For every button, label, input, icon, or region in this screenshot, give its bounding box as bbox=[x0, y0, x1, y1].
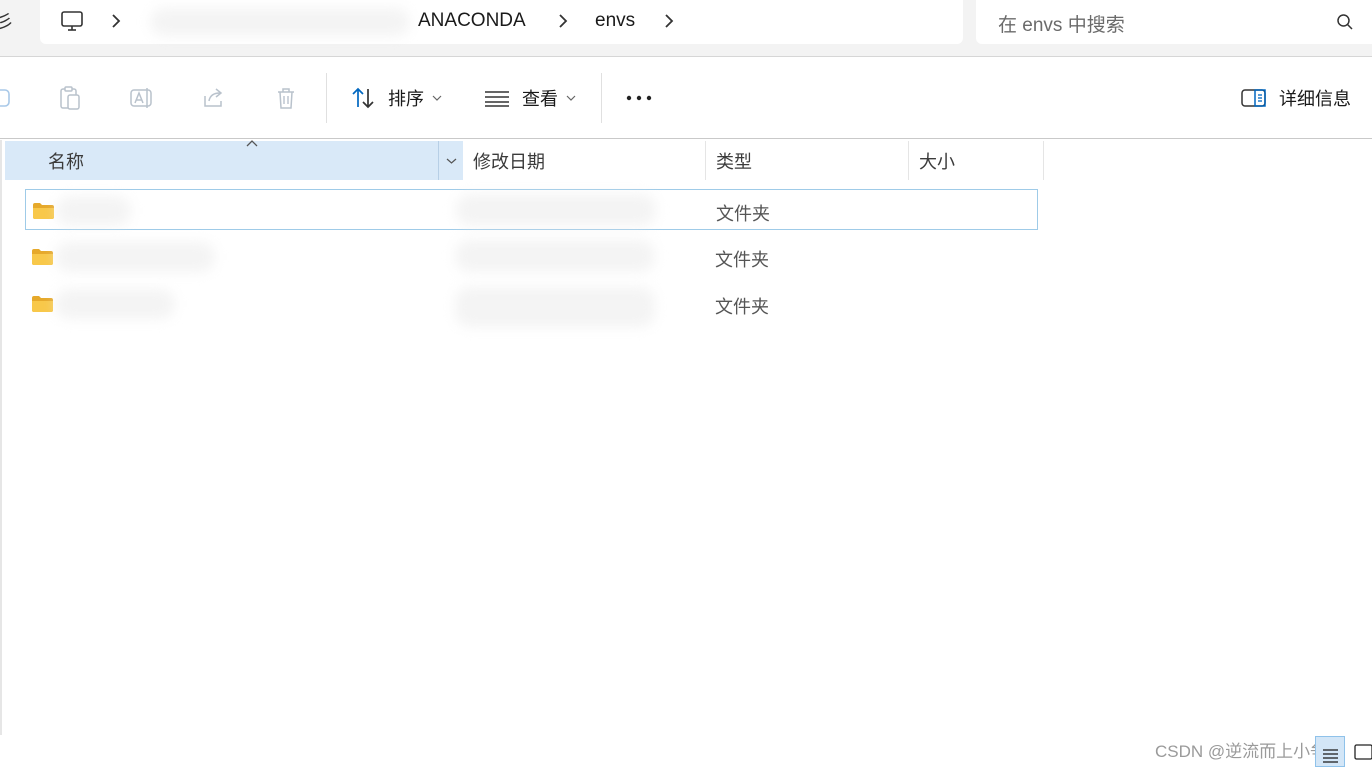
address-bar[interactable]: ANACONDA envs bbox=[40, 0, 963, 44]
blurred-file-name bbox=[55, 289, 175, 319]
file-row[interactable]: 文件夹 bbox=[25, 189, 1038, 230]
column-divider[interactable] bbox=[1043, 141, 1044, 180]
view-list-icon bbox=[485, 91, 509, 107]
breadcrumb-chevron-icon[interactable] bbox=[110, 12, 122, 30]
rename-icon[interactable] bbox=[128, 84, 156, 112]
blurred-file-name bbox=[55, 242, 215, 272]
folder-icon bbox=[32, 296, 53, 312]
blurred-file-name bbox=[56, 196, 131, 226]
chevron-down-icon bbox=[432, 95, 442, 101]
sort-label: 排序 bbox=[388, 89, 424, 109]
column-filter-dropdown[interactable] bbox=[438, 141, 463, 180]
chevron-down-icon bbox=[446, 158, 456, 164]
breadcrumb-chevron-icon[interactable] bbox=[663, 12, 675, 30]
file-type: 文件夹 bbox=[715, 297, 769, 317]
delete-icon[interactable] bbox=[272, 84, 300, 112]
search-placeholder: 在 envs 中搜索 bbox=[998, 15, 1125, 36]
toolbar-separator bbox=[601, 73, 602, 123]
sort-button[interactable]: 排序 bbox=[350, 79, 442, 117]
blurred-date-modified bbox=[456, 194, 656, 226]
view-label: 查看 bbox=[522, 89, 558, 109]
folder-icon bbox=[33, 203, 54, 219]
column-header-type[interactable]: 类型 bbox=[706, 141, 908, 180]
blurred-region bbox=[150, 8, 410, 36]
paste-icon[interactable] bbox=[56, 84, 84, 112]
details-view-button[interactable] bbox=[1315, 736, 1345, 767]
file-type: 文件夹 bbox=[715, 250, 769, 270]
share-icon[interactable] bbox=[200, 84, 228, 112]
search-input[interactable]: 在 envs 中搜索 bbox=[976, 0, 1372, 44]
command-bar: 排序 查看 详细信息 bbox=[0, 57, 1372, 139]
address-toolbar: 彡 ANACONDA envs 在 envs 中搜索 bbox=[0, 0, 1372, 57]
column-header-date-modified[interactable]: 修改日期 bbox=[463, 141, 705, 180]
toolbar-separator bbox=[326, 73, 327, 123]
blurred-date-modified bbox=[455, 240, 655, 272]
tiles-view-icon bbox=[1354, 744, 1372, 760]
new-icon[interactable] bbox=[0, 84, 16, 112]
details-pane-icon bbox=[1241, 89, 1266, 107]
large-icons-view-button[interactable] bbox=[1352, 736, 1372, 767]
column-header-size[interactable]: 大小 bbox=[909, 141, 1043, 180]
chevron-down-icon bbox=[566, 95, 576, 101]
file-row[interactable]: 文件夹 bbox=[25, 236, 1038, 277]
more-options-icon[interactable] bbox=[622, 86, 656, 110]
view-button[interactable]: 查看 bbox=[484, 79, 576, 117]
details-label: 详细信息 bbox=[1279, 89, 1351, 109]
pane-left-rule bbox=[0, 140, 2, 735]
this-pc-icon[interactable] bbox=[60, 9, 84, 33]
file-row[interactable]: 文件夹 bbox=[25, 283, 1038, 327]
details-pane-button[interactable]: 详细信息 bbox=[1241, 79, 1351, 117]
breadcrumb-anaconda[interactable]: ANACONDA bbox=[418, 10, 526, 32]
sort-icon bbox=[352, 87, 374, 109]
breadcrumb-chevron-icon[interactable] bbox=[557, 12, 569, 30]
breadcrumb-envs[interactable]: envs bbox=[595, 10, 635, 32]
details-view-icon bbox=[1323, 749, 1338, 763]
search-icon[interactable] bbox=[1336, 13, 1354, 31]
csdn-watermark: CSDN @逆流而上小争 bbox=[1155, 742, 1328, 761]
folder-icon bbox=[32, 249, 53, 265]
blurred-date-modified bbox=[455, 287, 655, 327]
file-type: 文件夹 bbox=[716, 204, 770, 224]
column-header-name[interactable]: 名称 bbox=[38, 141, 438, 180]
truncated-nav-glyph: 彡 bbox=[0, 12, 14, 32]
